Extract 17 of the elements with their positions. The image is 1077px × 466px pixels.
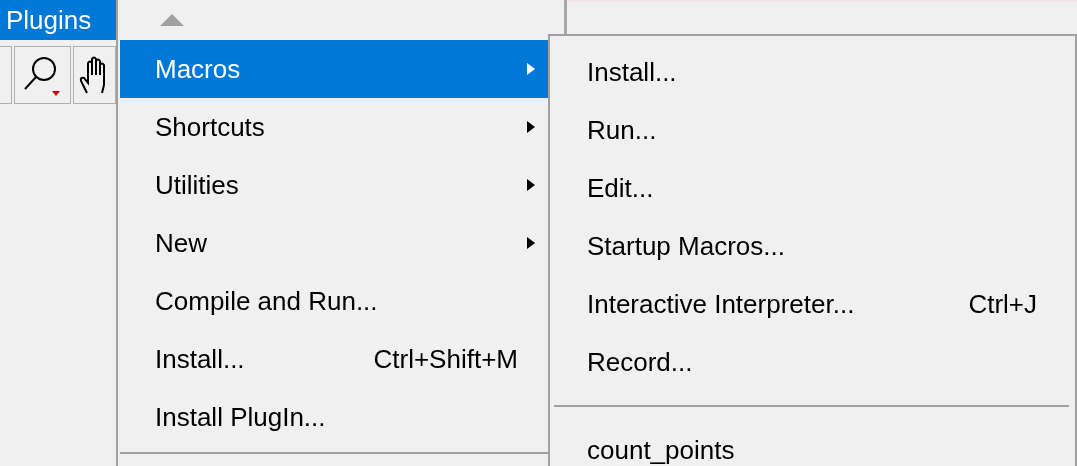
menu-item[interactable]: Record... xyxy=(550,333,1075,391)
menu-item[interactable]: Startup Macros... xyxy=(550,217,1075,275)
menu-item[interactable]: Install... xyxy=(550,43,1075,101)
menu-item[interactable]: Shortcuts xyxy=(120,98,548,156)
menu-item[interactable]: Interactive Interpreter... Ctrl+J xyxy=(550,275,1075,333)
menu-item[interactable]: Compile and Run... xyxy=(120,272,548,330)
menu-item[interactable]: Edit... xyxy=(550,159,1075,217)
menu-item[interactable]: New xyxy=(120,214,548,272)
menu-item[interactable]: count_points xyxy=(550,421,1075,466)
menu-item[interactable]: Install PlugIn... xyxy=(120,388,548,446)
menu-item[interactable]: Macros xyxy=(120,40,548,98)
menu-bar-item[interactable]: Plugins xyxy=(0,0,116,40)
menu-item[interactable]: Utilities xyxy=(120,156,548,214)
hand-tool-button[interactable] xyxy=(72,46,116,104)
menu-item[interactable]: Install... Ctrl+Shift+M xyxy=(120,330,548,388)
magnifier-tool-button[interactable] xyxy=(14,46,71,104)
menu-item[interactable]: Run... xyxy=(550,101,1075,159)
